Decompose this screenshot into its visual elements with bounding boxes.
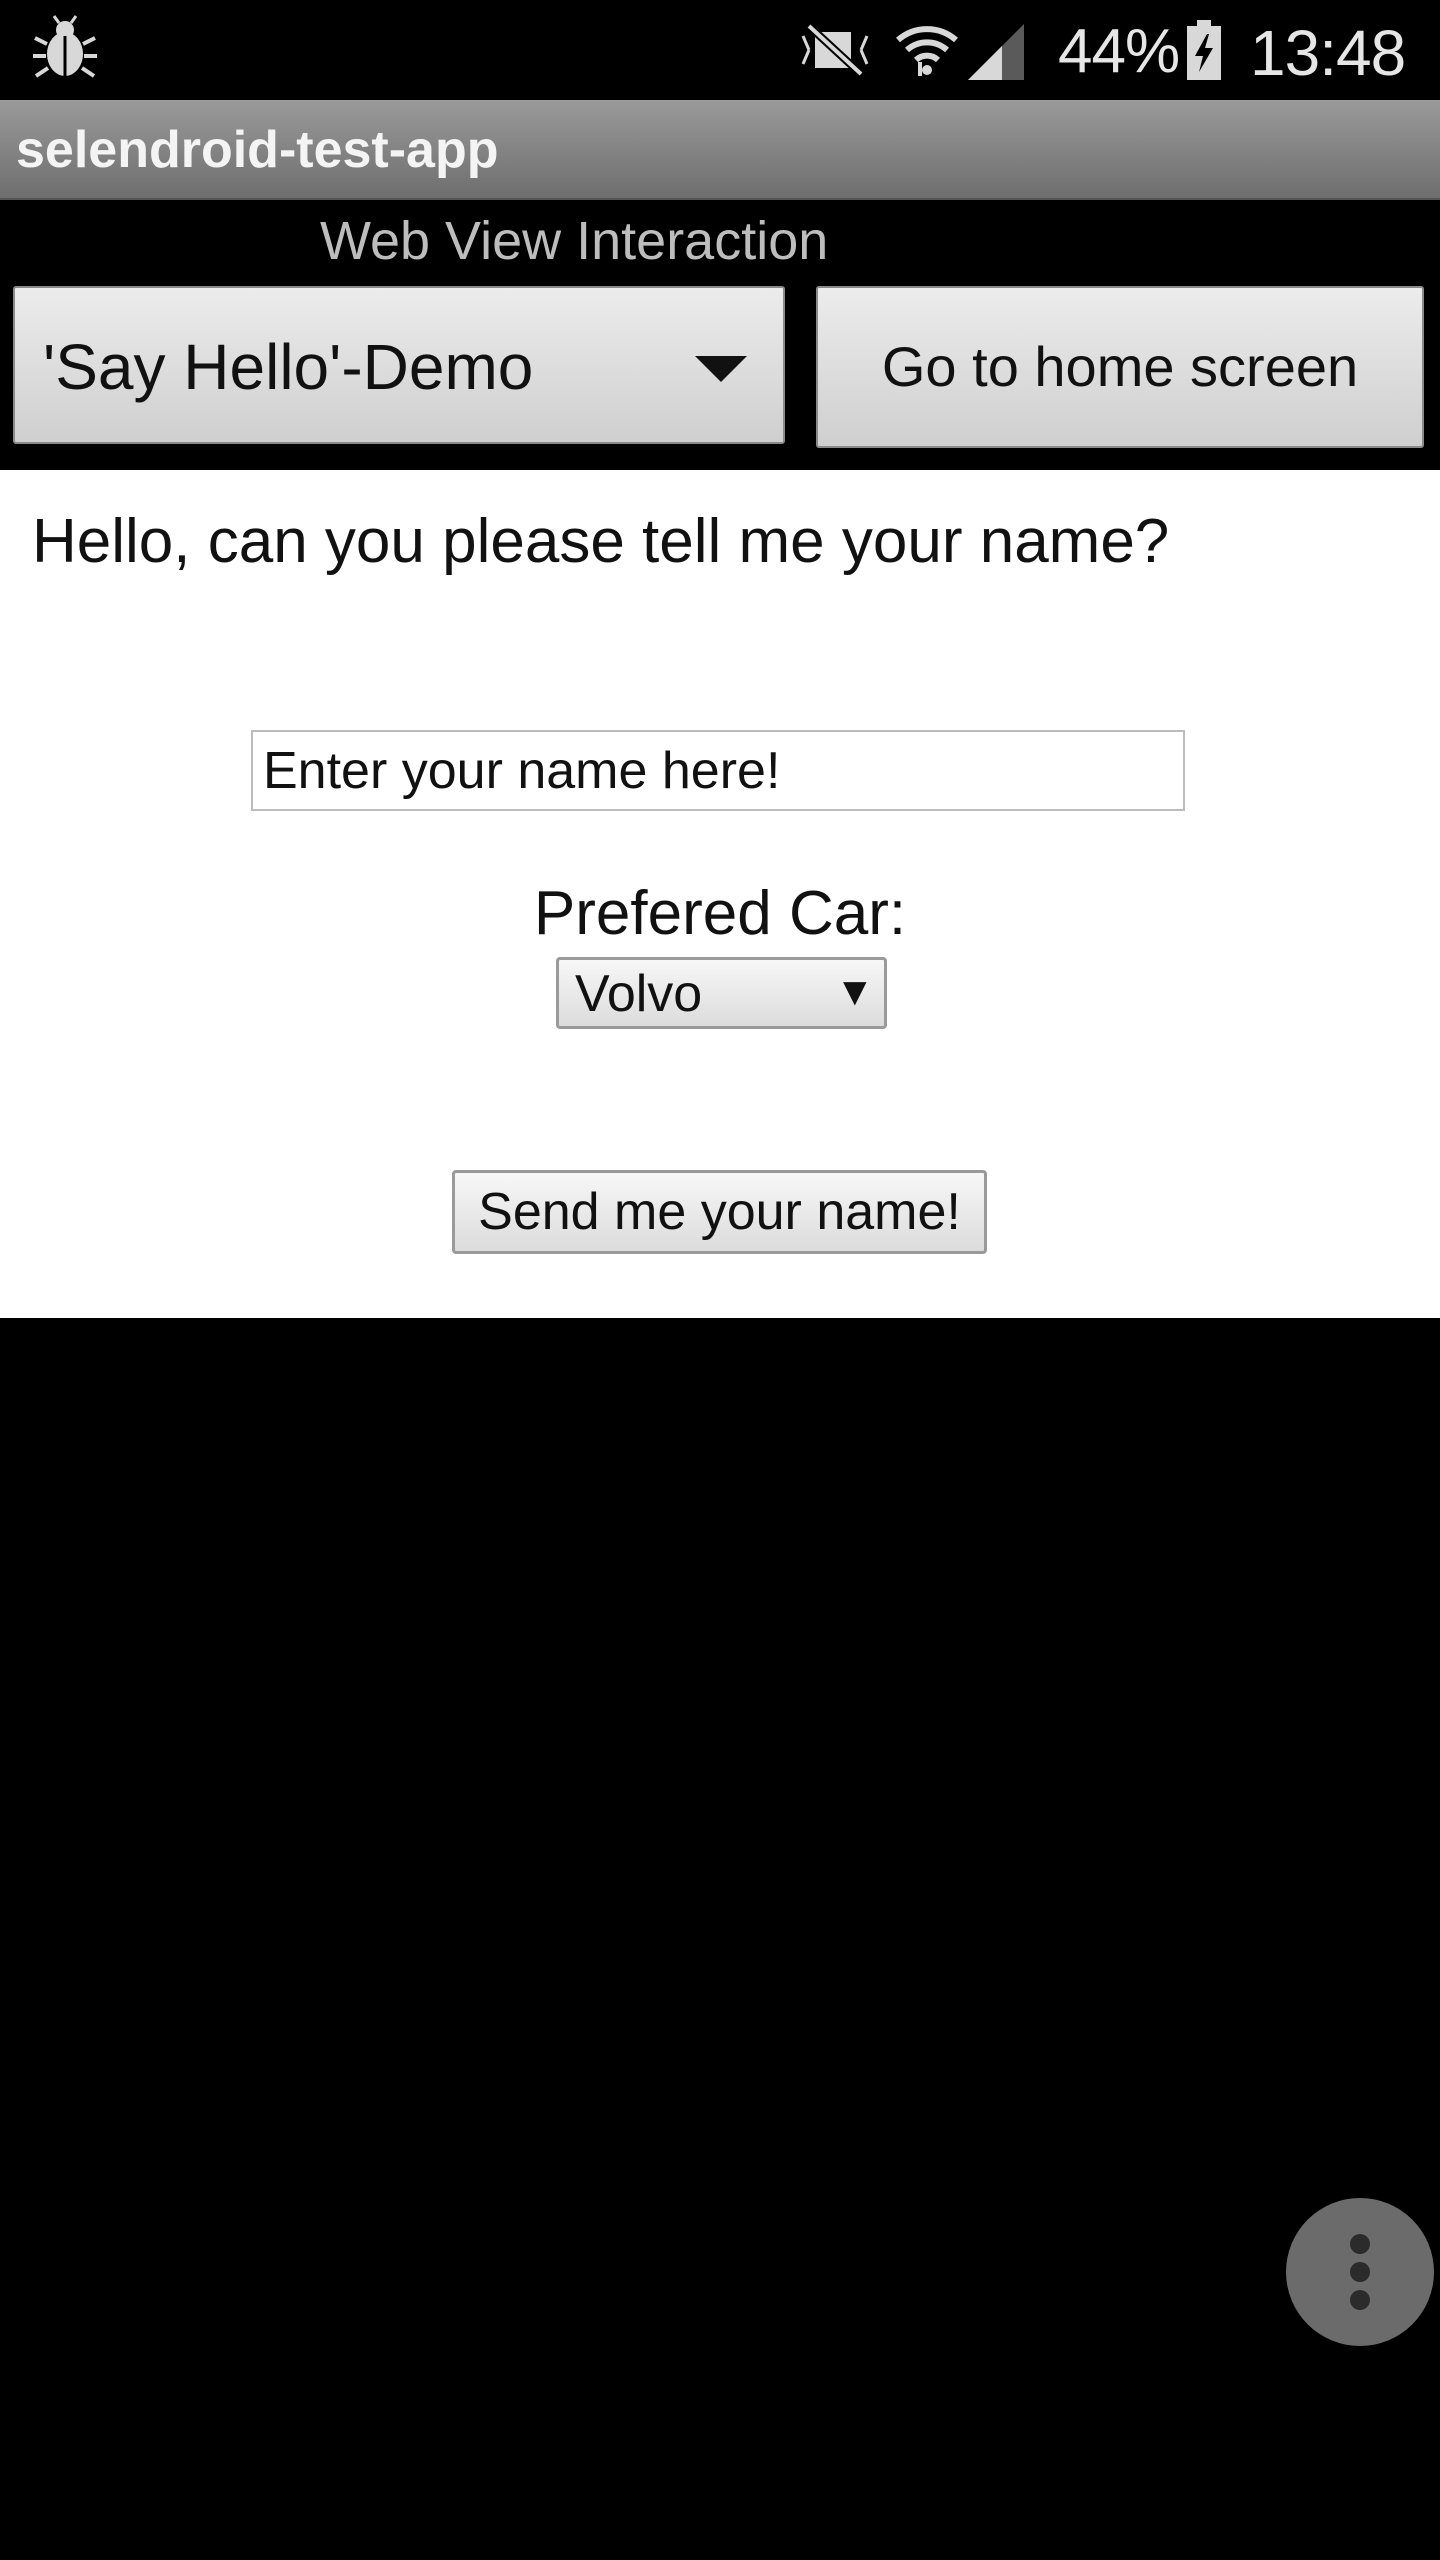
bug-icon xyxy=(33,15,97,78)
preferred-car-label: Prefered Car: xyxy=(533,879,907,948)
spinner-selected-value: 'Say Hello'-Demo xyxy=(43,331,534,403)
header-area: Web View Interaction 'Say Hello'-Demo Go… xyxy=(0,200,1440,470)
overflow-dot-icon xyxy=(1350,2234,1370,2254)
car-select[interactable]: Volvo ▼ xyxy=(556,957,887,1029)
send-name-button[interactable]: Send me your name! xyxy=(452,1170,987,1254)
wifi-icon xyxy=(896,26,958,76)
battery-percent: 44% xyxy=(1058,17,1180,86)
mute-vibrate-icon xyxy=(801,23,869,77)
app-bar: selendroid-test-app xyxy=(0,100,1440,200)
car-select-value: Volvo xyxy=(575,965,703,1023)
web-view: Hello, can you please tell me your name?… xyxy=(0,470,1440,1318)
select-arrow-icon: ▼ xyxy=(835,970,875,1014)
go-to-home-screen-button[interactable]: Go to home screen xyxy=(816,286,1424,448)
overflow-dot-icon xyxy=(1350,2262,1370,2282)
overflow-menu-button[interactable] xyxy=(1286,2198,1434,2346)
status-bar: 44% 13:48 xyxy=(0,0,1440,100)
overflow-dot-icon xyxy=(1350,2290,1370,2310)
app-title: selendroid-test-app xyxy=(16,121,499,179)
demo-spinner[interactable]: 'Say Hello'-Demo xyxy=(13,286,785,444)
cell-signal-icon xyxy=(968,24,1024,80)
dropdown-triangle-icon xyxy=(695,356,747,382)
battery-charging-icon xyxy=(1187,20,1221,80)
clock: 13:48 xyxy=(1250,17,1406,89)
section-title: Web View Interaction xyxy=(320,211,829,271)
name-input[interactable] xyxy=(251,730,1185,811)
name-question: Hello, can you please tell me your name? xyxy=(32,507,1170,576)
